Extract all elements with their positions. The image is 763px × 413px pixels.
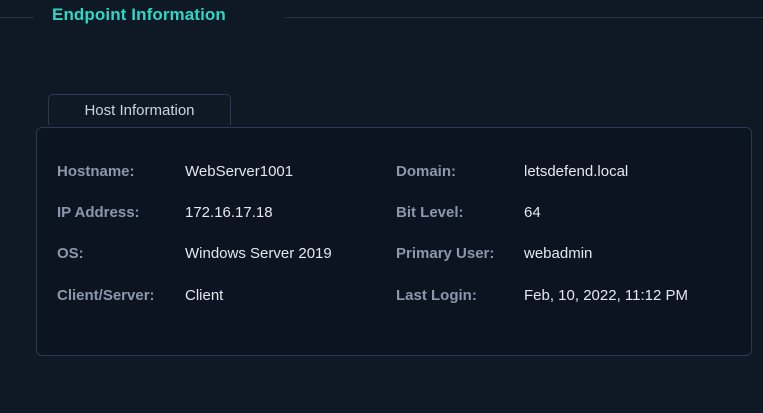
last-login-label: Last Login:	[396, 287, 477, 304]
domain-value: letsdefend.local	[524, 163, 629, 180]
last-login-value: Feb, 10, 2022, 11:12 PM	[524, 287, 688, 304]
tab-host-information[interactable]: Host Information	[48, 94, 231, 125]
bit-level-label: Bit Level:	[396, 204, 464, 221]
os-label: OS:	[57, 245, 84, 262]
section-divider-right	[285, 17, 763, 18]
ip-address-label: IP Address:	[57, 204, 140, 221]
hostname-value: WebServer1001	[185, 163, 294, 180]
primary-user-value: webadmin	[524, 245, 593, 262]
bit-level-value: 64	[524, 204, 541, 221]
domain-label: Domain:	[396, 163, 456, 180]
section-divider-left	[0, 17, 34, 18]
client-server-label: Client/Server:	[57, 287, 155, 304]
client-server-value: Client	[185, 287, 224, 304]
ip-address-value: 172.16.17.18	[185, 204, 273, 221]
hostname-label: Hostname:	[57, 163, 135, 180]
endpoint-information-page: Endpoint Information Host Information Ho…	[0, 0, 763, 413]
os-value: Windows Server 2019	[185, 245, 332, 262]
host-information-panel: Hostname: WebServer1001 IP Address: 172.…	[36, 127, 752, 356]
section-title: Endpoint Information	[52, 5, 226, 24]
primary-user-label: Primary User:	[396, 245, 495, 262]
